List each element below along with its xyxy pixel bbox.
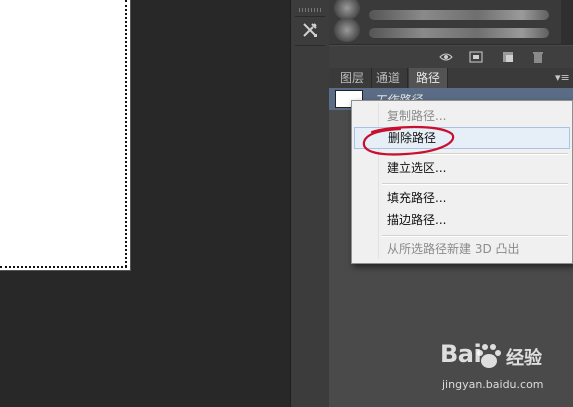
menu-item-new-3d-extrusion[interactable]: 从所选路径新建 3D 凸出 (354, 238, 570, 260)
panel-menu-icon[interactable]: ▾≡ (555, 71, 570, 85)
panel-toolbar (329, 46, 573, 69)
tab-layers[interactable]: 图层 (333, 68, 373, 88)
mask-icon[interactable] (469, 50, 483, 64)
menu-item-duplicate-path[interactable]: 复制路径... (354, 105, 570, 127)
canvas-area[interactable] (0, 0, 290, 407)
eye-icon[interactable] (439, 50, 453, 64)
menu-item-fill-path[interactable]: 填充路径... (354, 187, 570, 209)
brush-tip (334, 0, 360, 20)
menu-item-make-selection[interactable]: 建立选区... (354, 157, 570, 179)
menu-separator (382, 153, 568, 155)
brush-stroke (369, 10, 549, 20)
menu-item-stroke-path[interactable]: 描边路径... (354, 209, 570, 231)
brush-stroke (369, 28, 549, 38)
path-context-menu: 复制路径... 删除路径 建立选区... 填充路径... 描边路径... 从所选… (351, 100, 573, 264)
menu-separator (382, 235, 568, 237)
trash-icon[interactable] (531, 50, 545, 64)
selection-edge-vertical (125, 0, 127, 267)
menu-separator (382, 183, 568, 185)
document-canvas[interactable] (0, 0, 131, 271)
tools-icon (301, 21, 319, 42)
panel-tabs: 图层 通道 路径 ▾≡ (329, 68, 573, 89)
tool-strip (290, 0, 330, 407)
tab-paths[interactable]: 路径 (409, 68, 449, 88)
brush-scrollbar[interactable] (561, 0, 573, 44)
new-path-icon[interactable] (501, 50, 515, 64)
selection-edge-horizontal (0, 266, 127, 268)
panel-grip[interactable] (299, 8, 321, 12)
brush-preview (329, 0, 573, 45)
tools-button[interactable] (295, 16, 325, 46)
brush-tip (334, 18, 360, 42)
tab-channels[interactable]: 通道 (369, 68, 409, 88)
menu-item-delete-path[interactable]: 删除路径 (354, 127, 570, 149)
